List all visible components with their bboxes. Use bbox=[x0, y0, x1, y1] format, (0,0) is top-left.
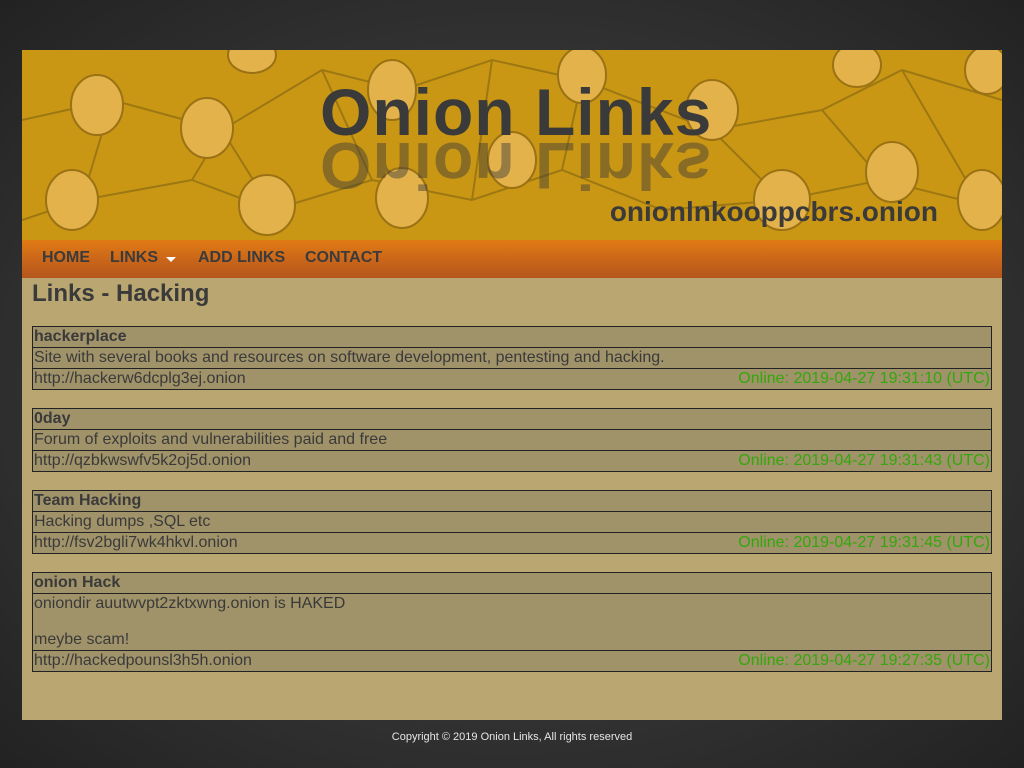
page-title: Links - Hacking bbox=[32, 280, 210, 307]
entry-link-row: http://hackedpounsl3h5h.onion Online: 20… bbox=[33, 651, 991, 671]
entry-description: Site with several books and resources on… bbox=[33, 348, 991, 369]
entry-status: Online: 2019-04-27 19:27:35 (UTC) bbox=[738, 652, 990, 669]
link-entry: hackerplace Site with several books and … bbox=[32, 326, 992, 390]
entry-title: onion Hack bbox=[33, 573, 991, 594]
site-title-reflection: Onion Links bbox=[320, 129, 713, 203]
site-domain: onionlnkooppcbrs.onion bbox=[609, 196, 938, 227]
entry-status: Online: 2019-04-27 19:31:10 (UTC) bbox=[738, 370, 990, 387]
nav-links-label: LINKS bbox=[110, 249, 158, 266]
entry-status: Online: 2019-04-27 19:31:43 (UTC) bbox=[738, 452, 990, 469]
main-nav: HOME LINKS ADD LINKS CONTACT bbox=[22, 240, 1002, 278]
link-entry: Team Hacking Hacking dumps ,SQL etc http… bbox=[32, 490, 992, 554]
entry-title: 0day bbox=[33, 409, 991, 430]
entry-link-row: http://fsv2bgli7wk4hkvl.onion Online: 20… bbox=[33, 533, 991, 553]
entry-url-link[interactable]: http://hackerw6dcplg3ej.onion bbox=[34, 370, 246, 387]
header-banner: Onion Links Onion Links onionlnkooppcbrs… bbox=[22, 50, 1002, 240]
caret-down-icon bbox=[166, 257, 176, 263]
nav-links[interactable]: LINKS bbox=[110, 249, 176, 267]
entry-link-row: http://hackerw6dcplg3ej.onion Online: 20… bbox=[33, 369, 991, 389]
entry-url-link[interactable]: http://qzbkwswfv5k2oj5d.onion bbox=[34, 452, 251, 469]
entry-url-link[interactable]: http://hackedpounsl3h5h.onion bbox=[34, 652, 252, 669]
entry-link-row: http://qzbkwswfv5k2oj5d.onion Online: 20… bbox=[33, 451, 991, 471]
entry-description: Forum of exploits and vulnerabilities pa… bbox=[33, 430, 991, 451]
link-entry: 0day Forum of exploits and vulnerabiliti… bbox=[32, 408, 992, 472]
entry-url-link[interactable]: http://fsv2bgli7wk4hkvl.onion bbox=[34, 534, 238, 551]
entry-description: oniondir auutwvpt2zktxwng.onion is HAKED… bbox=[33, 594, 991, 651]
entry-status: Online: 2019-04-27 19:31:45 (UTC) bbox=[738, 534, 990, 551]
nav-contact[interactable]: CONTACT bbox=[305, 249, 382, 267]
entry-title: hackerplace bbox=[33, 327, 991, 348]
nav-home[interactable]: HOME bbox=[42, 249, 90, 267]
entry-description: Hacking dumps ,SQL etc bbox=[33, 512, 991, 533]
copyright-footer: Copyright © 2019 Onion Links, All rights… bbox=[391, 731, 633, 743]
entry-title: Team Hacking bbox=[33, 491, 991, 512]
page-container: Onion Links Onion Links onionlnkooppcbrs… bbox=[22, 50, 1002, 720]
link-entry: onion Hack oniondir auutwvpt2zktxwng.oni… bbox=[32, 572, 992, 672]
nav-add-links[interactable]: ADD LINKS bbox=[198, 249, 285, 267]
